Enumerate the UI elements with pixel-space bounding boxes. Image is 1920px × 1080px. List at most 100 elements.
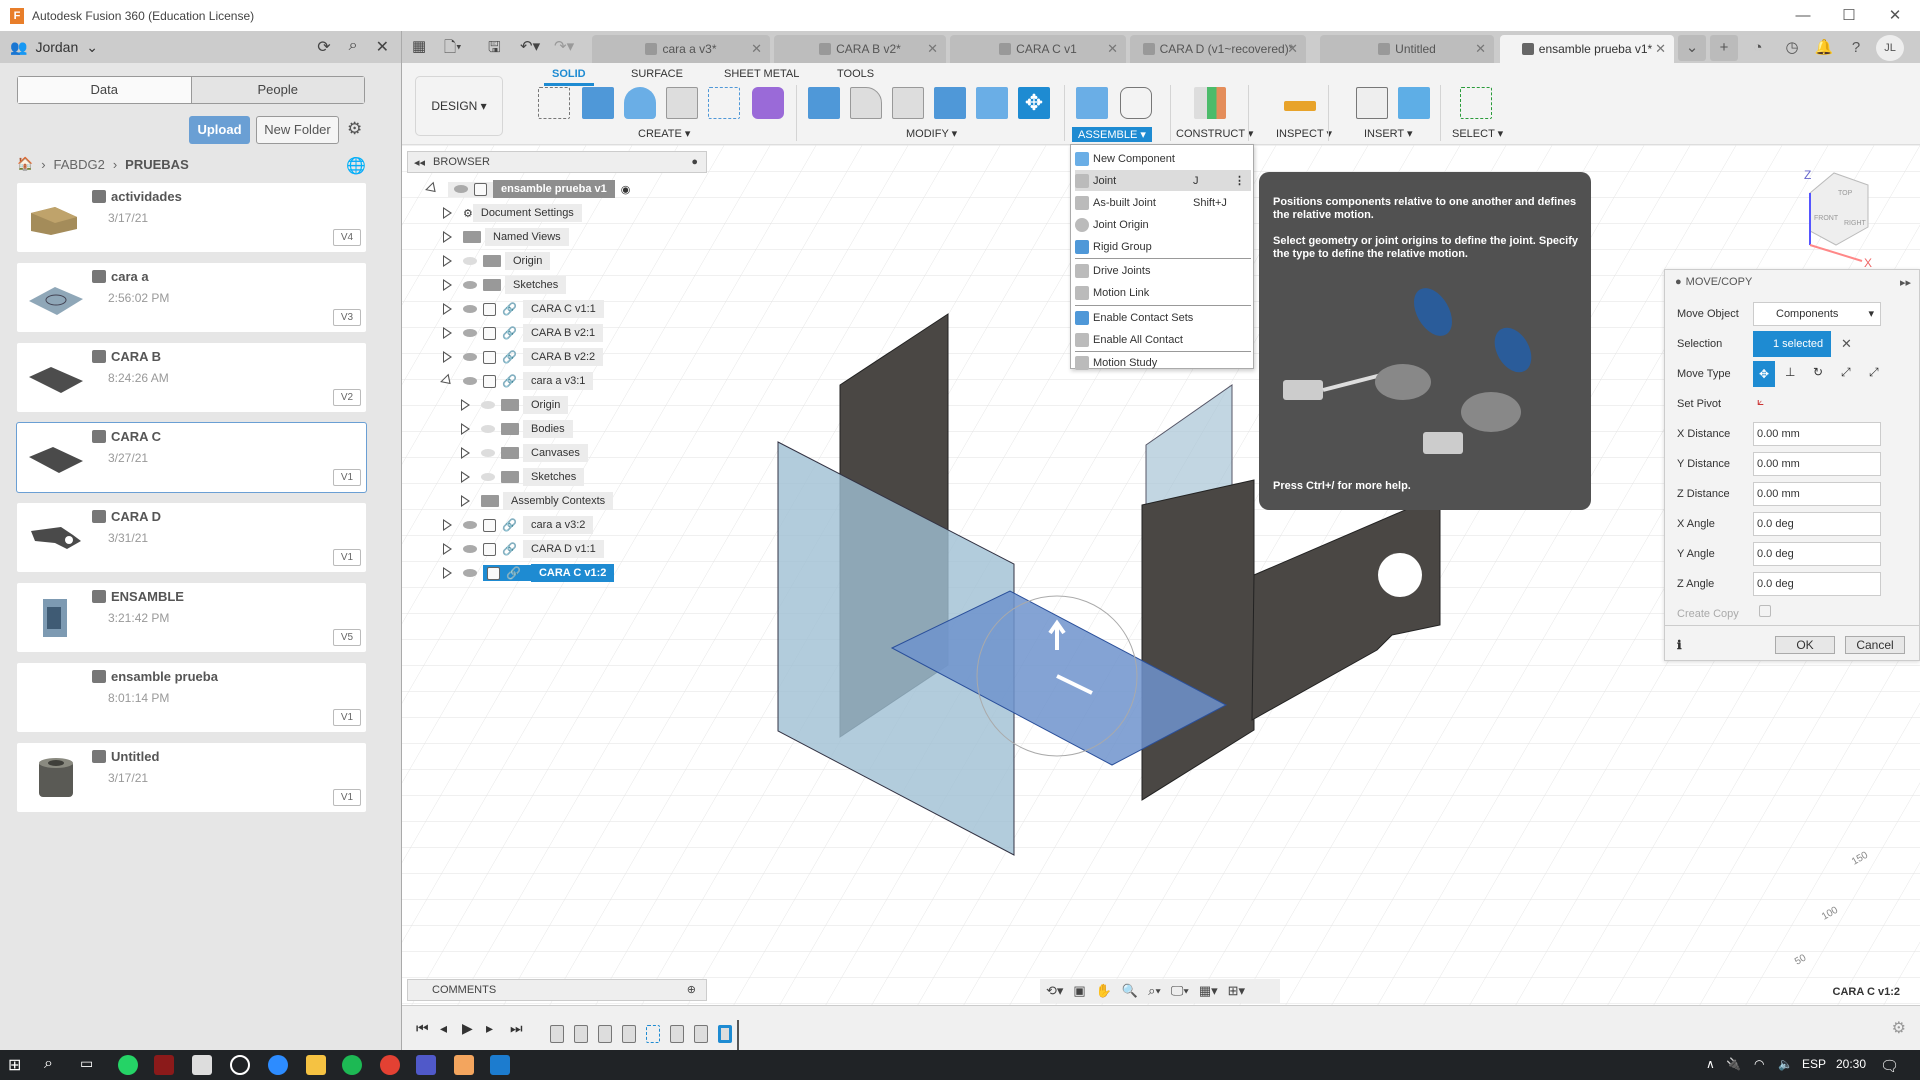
collapse-triangle-icon[interactable] bbox=[440, 373, 455, 389]
move-object-select[interactable]: Components ▾ bbox=[1753, 302, 1881, 326]
language-indicator[interactable]: ESP bbox=[1802, 1057, 1826, 1071]
tree-item[interactable]: 🔗 CARA B v2:1 bbox=[443, 323, 604, 343]
fit-icon[interactable]: ⌕▾ bbox=[1148, 983, 1161, 999]
home-icon[interactable]: 🏠 bbox=[17, 156, 33, 172]
notifications-bell-icon[interactable]: 🔔 bbox=[1810, 35, 1838, 61]
ok-button[interactable]: OK bbox=[1775, 636, 1835, 654]
tab-solid[interactable]: SOLID bbox=[544, 68, 594, 86]
file-card[interactable]: actividades 3/17/21 V4 bbox=[17, 183, 366, 252]
expand-triangle-icon[interactable] bbox=[461, 447, 470, 459]
volume-icon[interactable]: 🔈 bbox=[1778, 1057, 1793, 1071]
tree-item[interactable]: Sketches bbox=[461, 467, 585, 487]
version-dropdown[interactable]: V3 bbox=[333, 309, 361, 326]
timeline-joint-item[interactable] bbox=[622, 1025, 636, 1043]
viewcube-front[interactable]: FRONT bbox=[1814, 215, 1839, 222]
collapse-triangle-icon[interactable] bbox=[425, 181, 440, 197]
doc-tab[interactable]: cara a v3* ✕ bbox=[592, 35, 770, 63]
go-to-end-icon[interactable]: ⏭ bbox=[510, 1020, 523, 1037]
fusion360-taskbar-icon[interactable] bbox=[454, 1055, 474, 1075]
help-icon[interactable]: ? bbox=[1842, 35, 1870, 61]
inspect-menu[interactable]: INSPECT ▾ bbox=[1276, 127, 1332, 140]
tab-people[interactable]: People bbox=[191, 77, 364, 103]
version-dropdown[interactable]: V1 bbox=[333, 549, 361, 566]
close-tab-icon[interactable]: ✕ bbox=[1107, 41, 1118, 57]
upload-button[interactable]: Upload bbox=[189, 116, 250, 144]
add-comment-icon[interactable]: ⊕ bbox=[687, 983, 696, 996]
insert-canvas-icon[interactable] bbox=[1398, 87, 1430, 119]
close-tab-icon[interactable]: ✕ bbox=[1475, 41, 1486, 57]
new-tab-plus-icon[interactable]: + bbox=[1710, 35, 1738, 61]
whatsapp-icon[interactable] bbox=[118, 1055, 138, 1075]
set-pivot-icon[interactable]: ⟀ bbox=[1757, 394, 1764, 409]
clock[interactable]: 20:30 bbox=[1836, 1057, 1866, 1071]
visibility-eye-icon[interactable] bbox=[463, 329, 477, 337]
tab-surface[interactable]: SURFACE bbox=[631, 68, 683, 80]
tree-item[interactable]: 🔗 CARA B v2:2 bbox=[443, 347, 604, 367]
timeline-joint-item[interactable] bbox=[574, 1025, 588, 1043]
tree-item[interactable]: 🔗 CARA D v1:1 bbox=[443, 539, 604, 559]
tree-item[interactable]: Bodies bbox=[461, 419, 573, 439]
insert-derive-icon[interactable] bbox=[1356, 87, 1388, 119]
y-distance-input[interactable]: 0.00 mm bbox=[1753, 452, 1881, 476]
offset-plane-icon[interactable] bbox=[1194, 87, 1226, 119]
expand-triangle-icon[interactable] bbox=[443, 255, 452, 267]
close-window-button[interactable]: ✕ bbox=[1872, 0, 1918, 31]
tree-item[interactable]: 🔗 cara a v3:2 bbox=[443, 515, 594, 535]
visibility-eye-icon[interactable] bbox=[463, 353, 477, 361]
close-icon[interactable]: ✕ bbox=[376, 37, 389, 57]
tree-item[interactable]: 🔗 CARA C v1:1 bbox=[443, 299, 604, 319]
user-avatar[interactable]: JL bbox=[1876, 35, 1904, 61]
doc-tab[interactable]: CARA B v2* ✕ bbox=[774, 35, 946, 63]
assemble-menu-button[interactable]: ASSEMBLE ▾ bbox=[1072, 127, 1152, 142]
create-form-icon[interactable] bbox=[752, 87, 784, 119]
collapse-dialog-icon[interactable]: ● bbox=[1675, 276, 1682, 288]
expand-triangle-icon[interactable] bbox=[461, 423, 470, 435]
menu-item-enable-contact-sets[interactable]: Enable Contact Sets bbox=[1075, 307, 1251, 328]
cancel-button[interactable]: Cancel bbox=[1845, 636, 1905, 654]
visibility-eye-icon[interactable] bbox=[463, 281, 477, 289]
version-dropdown[interactable]: V1 bbox=[333, 789, 361, 806]
timeline-joint-item[interactable] bbox=[598, 1025, 612, 1043]
move-type-point-to-position-icon[interactable]: ⤢ bbox=[1869, 365, 1879, 380]
expand-triangle-icon[interactable] bbox=[443, 279, 452, 291]
version-dropdown[interactable]: V4 bbox=[333, 229, 361, 246]
menu-item-enable-all-contact[interactable]: Enable All Contact bbox=[1075, 329, 1251, 350]
expand-triangle-icon[interactable] bbox=[443, 231, 452, 243]
hidden-eye-icon[interactable] bbox=[481, 449, 495, 457]
file-card[interactable]: Untitled 3/17/21 V1 bbox=[17, 743, 366, 812]
tree-item[interactable]: Named Views bbox=[443, 227, 569, 247]
select-menu[interactable]: SELECT ▾ bbox=[1452, 127, 1503, 140]
modify-menu[interactable]: MODIFY ▾ bbox=[906, 127, 957, 140]
visibility-eye-icon[interactable] bbox=[481, 473, 495, 481]
timeline-marker[interactable] bbox=[737, 1020, 739, 1050]
zoom-app-icon[interactable] bbox=[268, 1055, 288, 1075]
task-view-icon[interactable]: ▭ bbox=[80, 1055, 100, 1075]
display-settings-icon[interactable]: 🖵▾ bbox=[1171, 983, 1189, 999]
file-card[interactable]: CARA B 8:24:26 AM V2 bbox=[17, 343, 366, 412]
info-icon[interactable]: ℹ bbox=[1677, 638, 1682, 652]
revolve-icon[interactable] bbox=[624, 87, 656, 119]
x-angle-input[interactable]: 0.0 deg bbox=[1753, 512, 1881, 536]
pan-hand-icon[interactable]: ✋ bbox=[1096, 983, 1112, 999]
new-folder-button[interactable]: New Folder bbox=[256, 116, 339, 144]
visibility-eye-icon[interactable] bbox=[463, 569, 477, 577]
close-tab-icon[interactable]: ✕ bbox=[1655, 41, 1666, 57]
create-sketch-icon[interactable] bbox=[538, 87, 570, 119]
file-card-selected[interactable]: CARA C 3/27/21 V1 bbox=[16, 422, 367, 493]
viewports-icon[interactable]: ⊞▾ bbox=[1228, 983, 1245, 999]
tray-overflow-icon[interactable]: ∧ bbox=[1706, 1057, 1715, 1071]
tree-item-selected[interactable]: 🔗 CARA C v1:2 bbox=[443, 563, 615, 583]
doc-tab[interactable]: CARA C v1 ✕ bbox=[950, 35, 1126, 63]
save-icon[interactable]: 🖫 bbox=[488, 37, 501, 62]
gear-icon[interactable]: ⚙ bbox=[347, 119, 362, 139]
split-body-icon[interactable] bbox=[976, 87, 1008, 119]
step-forward-icon[interactable]: ▸ bbox=[486, 1020, 493, 1037]
version-dropdown[interactable]: V1 bbox=[333, 709, 361, 726]
combine-icon[interactable] bbox=[934, 87, 966, 119]
move-type-free-icon[interactable]: ✥ bbox=[1753, 361, 1775, 387]
measure-icon[interactable] bbox=[1284, 101, 1316, 111]
pattern-icon[interactable] bbox=[708, 87, 740, 119]
expand-triangle-icon[interactable] bbox=[461, 495, 470, 507]
clear-selection-icon[interactable]: ✕ bbox=[1841, 336, 1852, 352]
globe-visibility-icon[interactable]: 🌐 bbox=[346, 156, 366, 176]
